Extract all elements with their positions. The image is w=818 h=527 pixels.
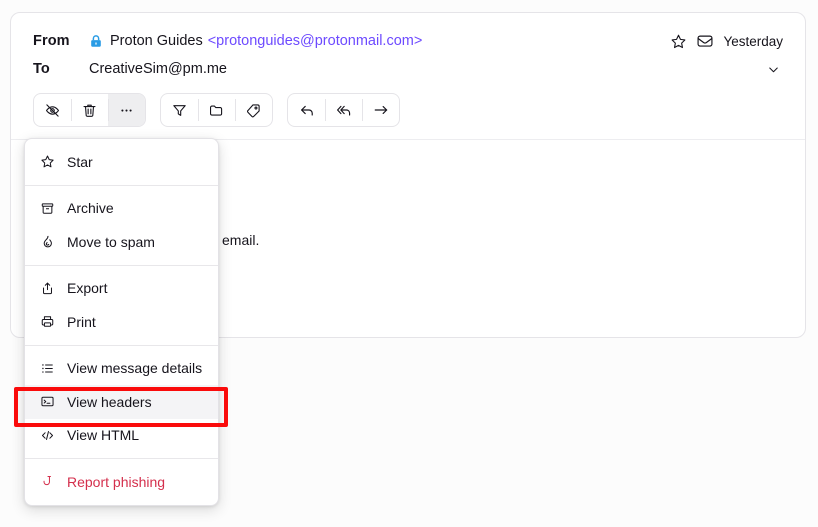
- fire-icon: [38, 234, 56, 249]
- code-icon: [38, 428, 56, 443]
- menu-group-3: Export Print: [25, 266, 218, 345]
- reply-icon: [298, 101, 316, 119]
- from-row: From Proton Guides <protonguides@protonm…: [33, 27, 783, 55]
- mark-unread-button[interactable]: [34, 94, 71, 126]
- filter-button[interactable]: [161, 94, 198, 126]
- export-icon: [38, 281, 56, 296]
- menu-item-star[interactable]: Star: [25, 145, 218, 179]
- to-row: To CreativeSim@pm.me: [33, 55, 783, 83]
- menu-item-label: Export: [67, 280, 108, 297]
- label-button[interactable]: [235, 94, 272, 126]
- menu-group-1: Star: [25, 139, 218, 185]
- to-value[interactable]: CreativeSim@pm.me: [89, 61, 227, 77]
- lock-icon: [89, 34, 103, 48]
- menu-group-4: View message details View headers View H…: [25, 346, 218, 459]
- menu-item-move-to-spam[interactable]: Move to spam: [25, 225, 218, 259]
- menu-item-label: View headers: [67, 393, 152, 410]
- app-root: From Proton Guides <protonguides@protonm…: [0, 0, 818, 527]
- delete-button[interactable]: [71, 94, 108, 126]
- menu-item-label: Star: [67, 153, 93, 170]
- menu-item-label: View HTML: [67, 427, 140, 444]
- menu-item-label: Print: [67, 313, 96, 330]
- reply-button[interactable]: [288, 94, 325, 126]
- sender-email[interactable]: <protonguides@protonmail.com>: [208, 33, 423, 49]
- message-toolbar: [11, 83, 805, 139]
- menu-item-label: Move to spam: [67, 233, 155, 250]
- menu-group-5: Report phishing: [25, 459, 218, 505]
- toolbar-group-primary: [33, 93, 146, 127]
- toolbar-group-reply: [287, 93, 400, 127]
- more-options-button[interactable]: [108, 94, 145, 126]
- star-icon: [38, 154, 56, 169]
- menu-item-view-html[interactable]: View HTML: [25, 419, 218, 453]
- trash-icon: [81, 102, 98, 119]
- expand-details-button[interactable]: [766, 62, 783, 77]
- menu-item-label: Archive: [67, 200, 114, 217]
- filter-icon: [171, 102, 188, 119]
- forward-icon: [372, 101, 390, 119]
- menu-item-label: View message details: [67, 360, 203, 377]
- header-actions: Yesterday: [670, 32, 783, 50]
- from-value: Proton Guides <protonguides@protonmail.c…: [89, 33, 422, 49]
- chevron-down-icon: [766, 62, 781, 77]
- email-body-text: email.: [222, 232, 260, 248]
- menu-item-report-phishing[interactable]: Report phishing: [25, 465, 218, 499]
- star-icon[interactable]: [670, 33, 687, 50]
- reply-all-icon: [335, 101, 353, 119]
- forward-button[interactable]: [362, 94, 399, 126]
- list-icon: [38, 361, 56, 376]
- menu-group-2: Archive Move to spam: [25, 186, 218, 265]
- sender-name[interactable]: Proton Guides: [110, 33, 203, 49]
- ellipsis-icon: [118, 102, 135, 119]
- reply-all-button[interactable]: [325, 94, 362, 126]
- to-label: To: [33, 61, 50, 77]
- menu-item-view-headers[interactable]: View headers: [25, 385, 218, 419]
- email-timestamp: Yesterday: [723, 33, 783, 49]
- eye-slash-icon: [44, 102, 61, 119]
- move-to-folder-button[interactable]: [198, 94, 235, 126]
- menu-item-label: Report phishing: [67, 473, 166, 490]
- folder-icon: [208, 102, 225, 119]
- from-label: From: [33, 33, 70, 49]
- hook-icon: [38, 474, 56, 489]
- menu-item-export[interactable]: Export: [25, 272, 218, 306]
- inbox-icon[interactable]: [696, 32, 714, 50]
- tag-icon: [245, 102, 262, 119]
- menu-item-archive[interactable]: Archive: [25, 192, 218, 226]
- terminal-icon: [38, 394, 56, 409]
- toolbar-group-organize: [160, 93, 273, 127]
- menu-item-print[interactable]: Print: [25, 305, 218, 339]
- menu-item-view-message-details[interactable]: View message details: [25, 352, 218, 386]
- email-header: From Proton Guides <protonguides@protonm…: [11, 13, 805, 83]
- more-options-menu: Star Archive Move to spam Export Print V…: [24, 138, 219, 506]
- archive-icon: [38, 201, 56, 216]
- printer-icon: [38, 314, 56, 329]
